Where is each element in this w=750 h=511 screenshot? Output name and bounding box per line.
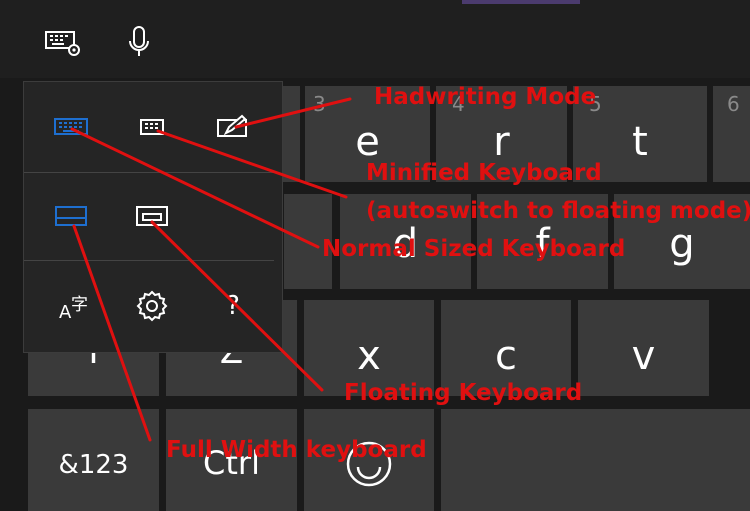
menu-item-full-width-keyboard[interactable] (49, 196, 93, 236)
keyboard-normal-icon (54, 118, 88, 135)
key-w-partial[interactable] (280, 86, 300, 182)
keyboard-toolbar (0, 0, 750, 78)
help-icon: ? (226, 291, 240, 321)
key-e-label: e (355, 119, 380, 165)
app-thumbnail-edge (462, 0, 580, 4)
annotation-full-width: Full Width keyboard (166, 437, 427, 463)
language-icon-latin-glyph: A (59, 302, 72, 323)
menu-separator (24, 172, 274, 173)
annotation-normal: Normal Sized Keyboard (322, 236, 626, 262)
keyboard-settings-icon[interactable] (42, 24, 82, 60)
keyboard-full-width-icon (55, 206, 87, 226)
menu-item-minified-keyboard[interactable] (130, 107, 174, 147)
menu-item-language[interactable]: A 字 (49, 286, 93, 326)
keyboard-small-icon (140, 119, 164, 135)
menu-item-floating-keyboard[interactable] (130, 196, 174, 236)
keyboard-floating-icon (136, 206, 168, 226)
menu-item-help[interactable]: ? (211, 286, 255, 326)
microphone-icon[interactable] (120, 24, 160, 60)
key-r-label: r (493, 119, 510, 165)
key-number-toggle[interactable]: &123 (28, 409, 159, 511)
key-y-partial[interactable]: 6 (713, 86, 750, 182)
menu-item-handwriting[interactable] (211, 107, 255, 147)
annotation-minified: Minified Keyboard (366, 160, 602, 186)
key-y-number: 6 (727, 92, 740, 116)
key-g-label: g (669, 221, 695, 267)
gear-icon (136, 290, 168, 322)
language-icon: A 字 (51, 288, 91, 324)
key-v[interactable]: v (578, 300, 709, 396)
key-e-number: 3 (313, 92, 326, 116)
annotation-handwriting: Hadwriting Mode (374, 84, 597, 110)
key-number-toggle-label: &123 (58, 450, 129, 480)
annotation-minified-note: (autoswitch to floating mode) (366, 198, 750, 224)
keyboard-mode-menu: A 字 ? (23, 81, 283, 353)
key-t-label: t (632, 119, 648, 165)
menu-separator (24, 260, 274, 261)
pen-icon (217, 114, 247, 137)
menu-item-settings[interactable] (130, 286, 174, 326)
key-v-label: v (631, 333, 656, 379)
annotation-floating: Floating Keyboard (344, 380, 583, 406)
key-x-label: x (357, 333, 381, 379)
key-space[interactable] (441, 409, 750, 511)
menu-item-normal-keyboard[interactable] (49, 107, 93, 147)
key-c-label: c (495, 333, 517, 379)
language-icon-cjk-glyph: 字 (71, 295, 88, 315)
